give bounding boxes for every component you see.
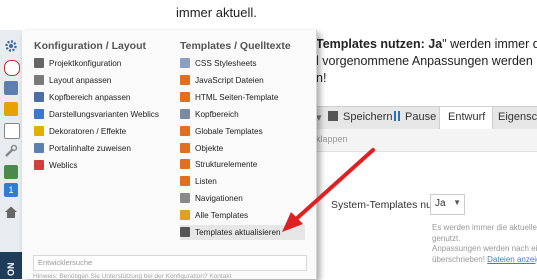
arrow-shaft (293, 148, 375, 222)
annotation-arrow (282, 148, 375, 232)
